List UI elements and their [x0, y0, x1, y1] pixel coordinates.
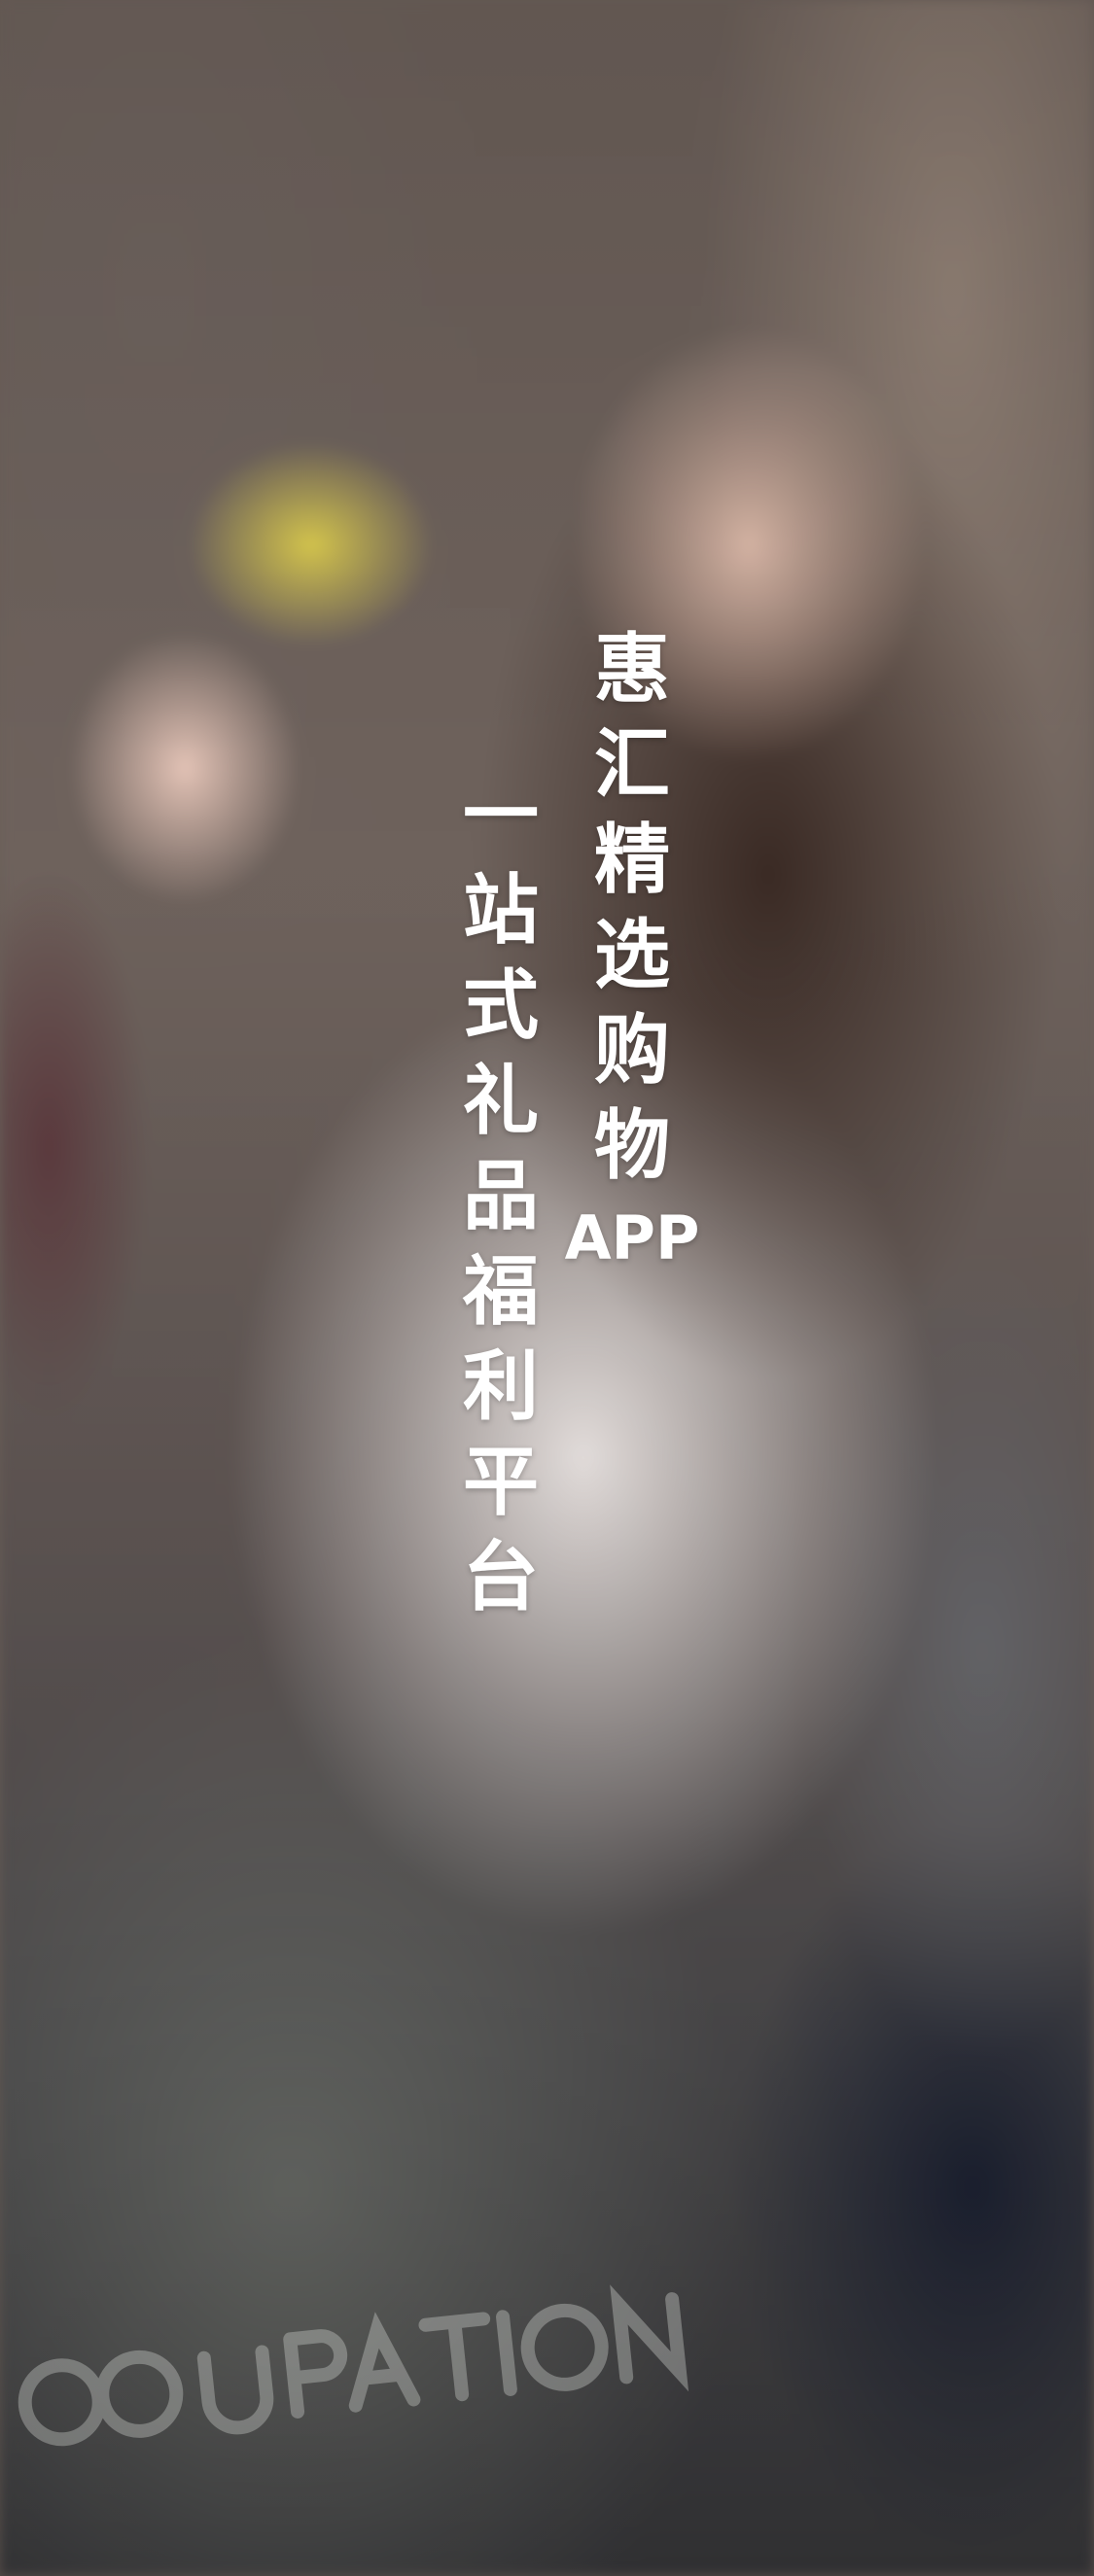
title-char: 物 — [593, 1102, 670, 1190]
title-suffix: APP — [564, 1202, 700, 1273]
subtitle-char: 式 — [462, 962, 539, 1050]
subtitle-char: 台 — [462, 1534, 539, 1621]
splash-screen: 惠 汇 精 选 购 物 APP 一 站 式 礼 品 福 利 平 台 — [0, 0, 1094, 2576]
subtitle-char: 一 — [462, 772, 539, 859]
title-char: 选 — [593, 912, 670, 999]
subtitle-char: 利 — [462, 1343, 539, 1431]
app-subtitle: 一 站 式 礼 品 福 利 平 台 — [442, 768, 559, 1625]
title-char: 惠 — [593, 626, 670, 714]
title-char: 汇 — [593, 721, 670, 809]
title-char: 精 — [593, 817, 670, 904]
subtitle-char: 福 — [462, 1248, 539, 1336]
subtitle-char: 品 — [462, 1153, 539, 1240]
subtitle-char: 站 — [462, 867, 539, 955]
subtitle-char: 礼 — [462, 1058, 539, 1145]
app-title: 惠 汇 精 选 购 物 APP — [564, 622, 700, 1277]
subtitle-char: 平 — [462, 1439, 539, 1526]
title-char: 购 — [593, 1007, 670, 1095]
